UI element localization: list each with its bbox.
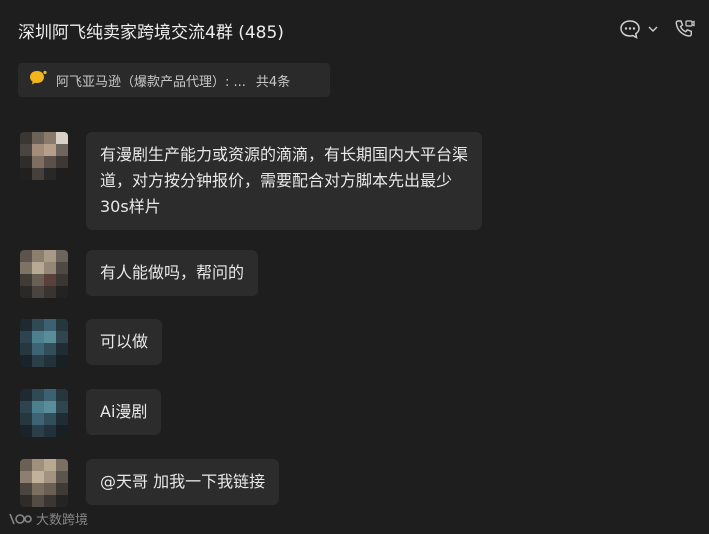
chevron-down-icon[interactable] <box>647 18 659 40</box>
message-item: 可以做 <box>20 319 163 367</box>
message-item: Ai漫剧 <box>20 389 162 437</box>
avatar[interactable] <box>20 132 68 180</box>
chat-title: 深圳阿飞纯卖家跨境交流4群 (485) <box>18 23 284 43</box>
message-bubble[interactable]: 可以做 <box>86 319 163 365</box>
pinned-count: 共4条 <box>255 74 291 90</box>
message-item: 有漫剧生产能力或资源的滴滴，有长期国内大平台渠道，对方按分钟报价，需要配合对方脚… <box>20 132 482 230</box>
watermark-text: 大数跨境 <box>36 513 89 528</box>
message-item: @天哥 加我一下我链接 <box>20 459 280 507</box>
pinned-announcement[interactable]: 阿飞亚马逊（爆款产品代理）: ... 共4条 <box>18 63 330 97</box>
avatar[interactable] <box>20 389 68 437</box>
message-bubble[interactable]: 有漫剧生产能力或资源的滴滴，有长期国内大平台渠道，对方按分钟报价，需要配合对方脚… <box>86 132 482 230</box>
message-item: 有人能做吗，帮问的 <box>20 250 259 298</box>
message-bubble[interactable]: @天哥 加我一下我链接 <box>86 459 280 505</box>
header-actions <box>619 18 695 40</box>
chat-header: 深圳阿飞纯卖家跨境交流4群 (485) <box>0 0 709 60</box>
avatar[interactable] <box>20 319 68 367</box>
avatar[interactable] <box>20 459 68 507</box>
chat-bubble-icon[interactable] <box>619 18 641 40</box>
avatar[interactable] <box>20 250 68 298</box>
watermark-logo-icon <box>9 513 32 524</box>
pinned-speech-icon <box>28 69 48 91</box>
watermark: 大数跨境 <box>8 509 88 528</box>
message-bubble[interactable]: Ai漫剧 <box>86 389 162 435</box>
message-bubble[interactable]: 有人能做吗，帮问的 <box>86 250 259 296</box>
phone-call-icon[interactable] <box>673 18 695 40</box>
pinned-text: 阿飞亚马逊（爆款产品代理）: ... <box>56 74 246 90</box>
